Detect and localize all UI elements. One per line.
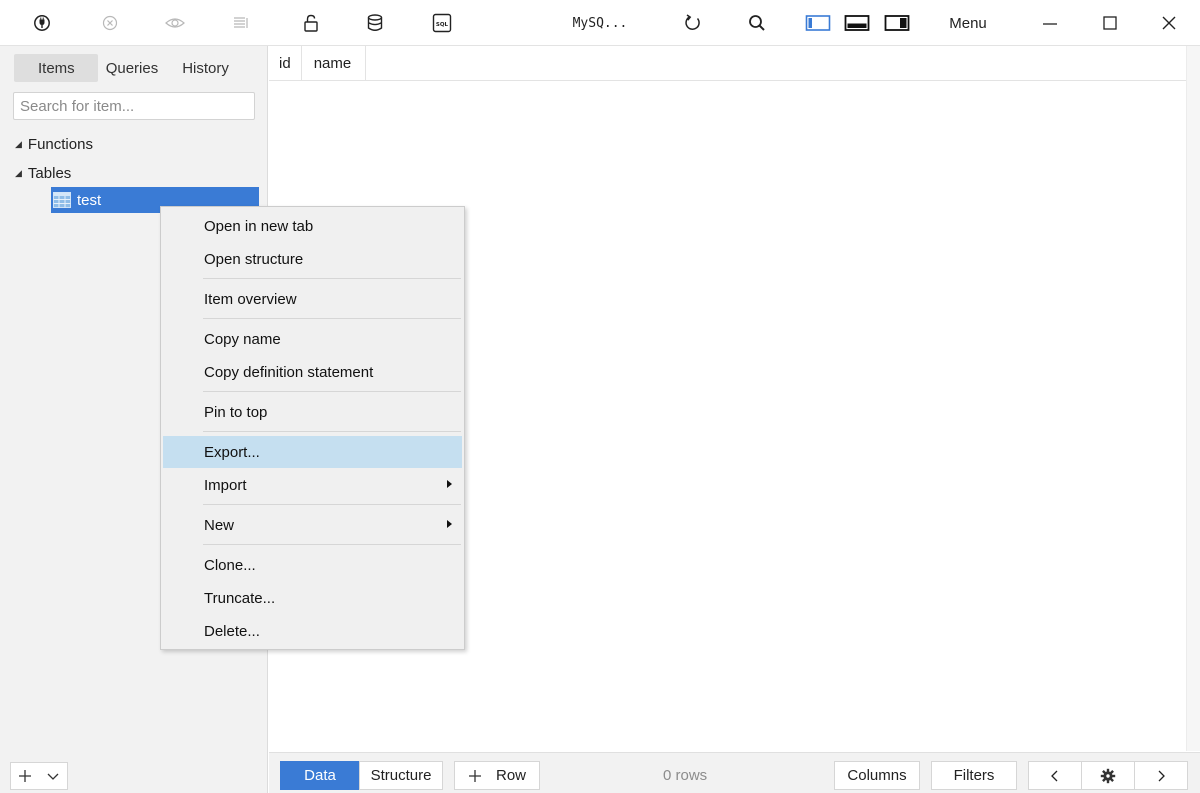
expand-triangle-icon[interactable]: ◢	[15, 168, 22, 179]
settings-button[interactable]	[1081, 761, 1135, 790]
menu-item-label: Export...	[204, 443, 260, 461]
grid-header: id name	[269, 46, 1200, 81]
menu-separator	[203, 391, 461, 392]
menu-item-label: Copy name	[204, 330, 281, 348]
close-circle-icon[interactable]	[96, 0, 124, 46]
menu-item-label: Import	[204, 476, 247, 494]
column-header-name[interactable]: name	[302, 46, 367, 80]
tree-group-label: Functions	[27, 135, 93, 153]
bottom-bar: Data Structure Row 0 rows Columns Filter…	[269, 752, 1200, 793]
menu-item-item-overview[interactable]: Item overview	[163, 283, 462, 315]
add-button[interactable]	[11, 763, 39, 789]
layout-left-icon[interactable]	[804, 0, 832, 46]
maximize-icon[interactable]	[1096, 0, 1124, 46]
gear-icon	[1100, 768, 1116, 783]
menu-item-label: New	[204, 516, 235, 534]
submenu-arrow-icon	[447, 480, 452, 488]
menu-button[interactable]: Menu	[940, 0, 996, 46]
menu-separator	[203, 544, 461, 545]
menu-item-delete[interactable]: Delete...	[163, 615, 462, 647]
submenu-arrow-icon	[447, 520, 452, 528]
menu-item-copy-name[interactable]: Copy name	[163, 323, 462, 355]
tab-items[interactable]: Items	[14, 54, 98, 82]
menu-separator	[203, 504, 461, 505]
chevron-left-icon	[1051, 770, 1058, 781]
lock-icon[interactable]	[298, 0, 324, 46]
minimize-icon[interactable]	[1036, 0, 1064, 46]
search-input[interactable]	[13, 92, 255, 120]
menu-item-label: Truncate...	[204, 589, 276, 607]
data-tab-button[interactable]: Data	[280, 761, 360, 790]
eye-icon[interactable]	[160, 0, 190, 46]
sidebar-tabs: Items Queries History	[14, 54, 239, 82]
menu-item-export[interactable]: Export...	[163, 436, 462, 468]
columns-button[interactable]: Columns	[834, 761, 920, 790]
tree-group-label: Tables	[27, 164, 72, 182]
tree-group-functions[interactable]: ◢ Functions	[15, 131, 93, 157]
refresh-icon[interactable]	[680, 0, 706, 46]
menu-item-clone[interactable]: Clone...	[163, 549, 462, 581]
add-dropdown-button[interactable]	[39, 763, 67, 789]
search-icon[interactable]	[744, 0, 770, 46]
menu-item-label: Pin to top	[204, 403, 268, 421]
rows-count: 0 rows	[663, 767, 708, 784]
plus-icon	[19, 770, 31, 782]
menu-item-copy-definition-statement[interactable]: Copy definition statement	[163, 356, 462, 388]
add-row-label: Row	[495, 767, 526, 784]
toolbar: SQL MySQ... Menu	[0, 0, 1200, 46]
svg-text:SQL: SQL	[436, 22, 449, 28]
close-icon[interactable]	[1155, 0, 1183, 46]
layout-right-icon[interactable]	[882, 0, 912, 46]
chevron-down-icon	[47, 773, 59, 780]
prev-page-button[interactable]	[1028, 761, 1082, 790]
table-icon	[53, 192, 71, 208]
menu-item-open-structure[interactable]: Open structure	[163, 243, 462, 275]
tab-queries[interactable]: Queries	[98, 54, 169, 82]
filters-button[interactable]: Filters	[931, 761, 1017, 790]
menu-item-label: Open in new tab	[204, 217, 314, 235]
menu-label: Menu	[949, 14, 987, 32]
next-page-button[interactable]	[1134, 761, 1188, 790]
plug-icon[interactable]	[28, 0, 56, 46]
menu-item-label: Open structure	[204, 250, 304, 268]
menu-item-import[interactable]: Import	[163, 469, 462, 501]
menu-item-label: Item overview	[204, 290, 297, 308]
chevron-right-icon	[1158, 770, 1165, 781]
menu-item-truncate[interactable]: Truncate...	[163, 582, 462, 614]
menu-separator	[203, 278, 461, 279]
menu-item-label: Delete...	[204, 622, 260, 640]
structure-tab-button[interactable]: Structure	[359, 761, 443, 790]
connection-label[interactable]: MySQ...	[572, 0, 628, 46]
menu-item-open-in-new-tab[interactable]: Open in new tab	[163, 210, 462, 242]
menu-separator	[203, 431, 461, 432]
tree-group-tables[interactable]: ◢ Tables	[15, 160, 71, 186]
menu-item-label: Clone...	[204, 556, 256, 574]
context-menu: Open in new tab Open structure Item over…	[160, 206, 465, 650]
menu-item-pin-to-top[interactable]: Pin to top	[163, 396, 462, 428]
database-icon[interactable]	[362, 0, 388, 46]
expand-triangle-icon[interactable]: ◢	[15, 139, 22, 150]
column-header-id[interactable]: id	[269, 46, 302, 80]
tab-history[interactable]: History	[168, 54, 239, 82]
add-item-control	[10, 762, 68, 790]
connection-name: MySQ...	[572, 15, 628, 31]
plus-icon	[468, 769, 481, 782]
vertical-scrollbar[interactable]	[1186, 46, 1200, 751]
add-row-button[interactable]: Row	[454, 761, 540, 790]
menu-separator	[203, 318, 461, 319]
menu-item-new[interactable]: New	[163, 509, 462, 541]
list-icon[interactable]	[228, 0, 254, 46]
menu-item-label: Copy definition statement	[204, 363, 374, 381]
layout-bottom-icon[interactable]	[842, 0, 872, 46]
tree-item-label: test	[77, 191, 102, 209]
sql-icon[interactable]: SQL	[430, 0, 454, 46]
